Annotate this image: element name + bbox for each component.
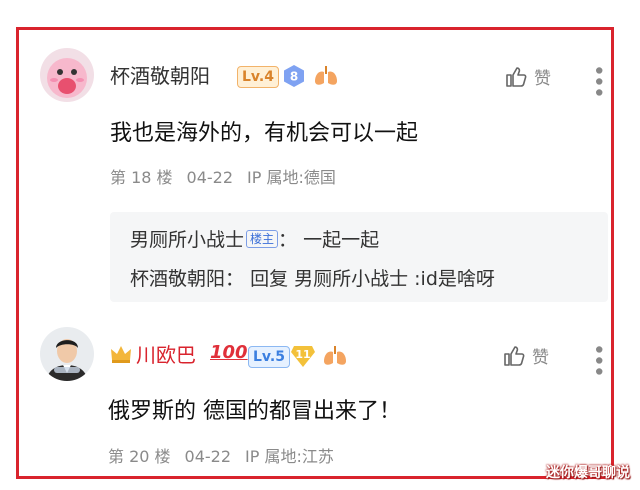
- comment-date: 04-22: [186, 168, 234, 187]
- crown-icon: [110, 344, 132, 368]
- username[interactable]: 川欧巴: [136, 343, 196, 367]
- level-badge: Lv.4: [237, 66, 279, 88]
- reply-text: 回复 男厕所小战士 :id是啥呀: [250, 268, 495, 290]
- reply-author[interactable]: 男厕所小战士: [130, 229, 244, 251]
- fan-level-number: 11: [295, 348, 310, 361]
- reply-item[interactable]: 杯酒敬朝阳： 回复 男厕所小战士 :id是啥呀: [130, 267, 495, 291]
- ip-location: IP 属地:德国: [247, 168, 336, 187]
- comment-text: 俄罗斯的 德国的都冒出来了！: [108, 399, 401, 424]
- like-label: 赞: [532, 348, 549, 368]
- reply-thread[interactable]: 男厕所小战士 楼主： 一起一起 杯酒敬朝阳： 回复 男厕所小战士 :id是啥呀: [110, 212, 608, 302]
- fan-level-badge: 8: [282, 64, 306, 92]
- level-badge: Lv.5: [248, 346, 290, 368]
- watermark: 迷你爆哥聊说: [546, 465, 630, 481]
- thumbs-up-icon: [504, 345, 525, 366]
- like-label: 赞: [534, 69, 551, 89]
- avatar[interactable]: [40, 327, 94, 381]
- fan-level-badge: 11: [290, 344, 316, 372]
- ip-location: IP 属地:江苏: [245, 447, 334, 466]
- hundred-emoji-icon: 100: [210, 342, 248, 363]
- fan-level-number: 8: [290, 70, 298, 84]
- like-button[interactable]: 赞: [502, 343, 549, 368]
- floor-number: 第 18 楼: [110, 168, 173, 187]
- reply-author[interactable]: 杯酒敬朝阳: [130, 268, 225, 290]
- host-tag: 楼主: [246, 230, 279, 248]
- comment-meta: 第 18 楼 04-22 IP 属地:德国: [110, 168, 350, 188]
- reply-separator: ：: [225, 268, 245, 290]
- comment-date: 04-22: [184, 447, 232, 466]
- avatar[interactable]: [40, 48, 94, 102]
- reply-separator: ：: [278, 229, 298, 251]
- username[interactable]: 杯酒敬朝阳: [110, 64, 210, 88]
- more-options-icon[interactable]: •••: [585, 343, 610, 376]
- floor-number: 第 20 楼: [108, 447, 171, 466]
- more-options-icon[interactable]: •••: [585, 64, 610, 97]
- reply-item[interactable]: 男厕所小战士 楼主： 一起一起: [130, 228, 379, 252]
- lungs-icon: [322, 345, 348, 371]
- comment-text: 我也是海外的，有机会可以一起: [110, 121, 419, 146]
- lungs-icon: [313, 65, 339, 91]
- reply-text: 一起一起: [303, 229, 380, 251]
- comment-meta: 第 20 楼 04-22 IP 属地:江苏: [108, 447, 348, 467]
- thumbs-up-icon: [506, 66, 527, 87]
- like-button[interactable]: 赞: [504, 64, 551, 89]
